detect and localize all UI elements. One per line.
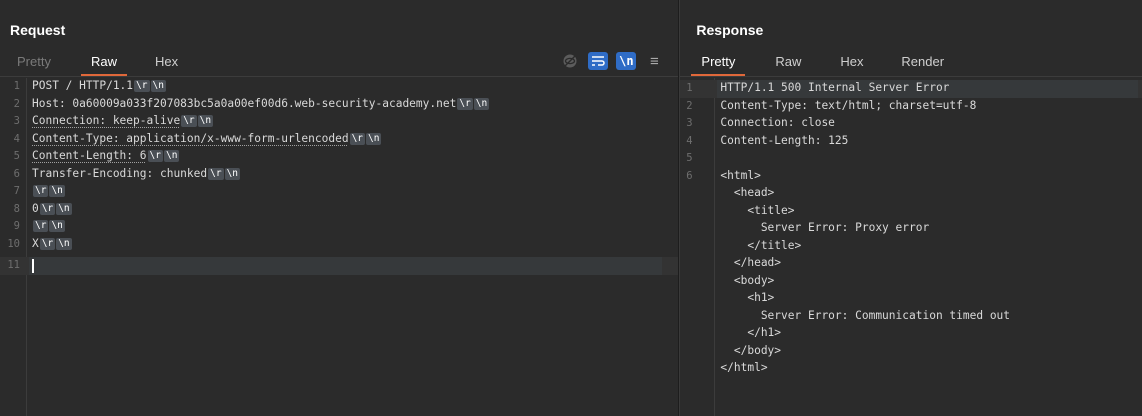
wrap-icon[interactable]: [588, 52, 609, 70]
http-message-editor: Request Pretty Raw Hex \n ≡ 1 POST / HTT…: [0, 0, 1142, 416]
response-line: <body>: [720, 273, 775, 287]
request-panel: Request Pretty Raw Hex \n ≡ 1 POST / HTT…: [0, 0, 680, 416]
response-line: Server Error: Proxy error: [720, 221, 930, 234]
request-line: 5 Content-Length: 6 \r \n: [13, 149, 180, 162]
request-line: 2 Host: 0a60009a033f207083bc5a0a00ef00d6…: [13, 96, 490, 110]
response-tabs: Pretty Raw Hex Render: [680, 50, 1142, 77]
tab-response-pretty[interactable]: Pretty: [691, 54, 746, 76]
request-line: 1 POST / HTTP/1.1 \r \n: [13, 79, 166, 92]
request-line-current[interactable]: 11: [0, 257, 679, 275]
response-title: Response: [696, 22, 764, 38]
tab-response-render[interactable]: Render: [901, 54, 944, 75]
response-editor[interactable]: 1 HTTP/1.1 500 Internal Server Error 2 C…: [680, 78, 1142, 416]
response-line: </body>: [720, 343, 782, 357]
request-line: 10 X \r \n: [7, 236, 72, 250]
response-line: 5: [686, 152, 693, 164]
response-line: </title>: [720, 238, 802, 252]
request-line: 9 \r \n: [13, 220, 65, 232]
response-line: <h1>: [720, 291, 775, 304]
response-line: 1 HTTP/1.1 500 Internal Server Error: [680, 80, 1142, 98]
response-line: </head>: [720, 256, 782, 269]
response-line: 6 <html>: [686, 168, 761, 182]
tab-response-raw[interactable]: Raw: [775, 54, 801, 75]
response-line: </h1>: [720, 326, 782, 339]
tab-response-hex[interactable]: Hex: [840, 54, 863, 75]
response-line: 2 Content-Type: text/html; charset=utf-8: [686, 98, 977, 112]
response-line: <head>: [720, 186, 775, 199]
eye-off-icon[interactable]: [560, 52, 580, 70]
menu-icon[interactable]: ≡: [644, 52, 664, 70]
request-line: 6 Transfer-Encoding: chunked \r \n: [13, 166, 241, 180]
response-line: <title>: [720, 203, 795, 217]
response-line: 4 Content-Length: 125: [686, 133, 849, 147]
request-editor[interactable]: 1 POST / HTTP/1.1 \r \n 2 Host: 0a60009a03…: [0, 78, 679, 416]
tab-request-hex[interactable]: Hex: [155, 54, 178, 75]
response-panel: Response Pretty Raw Hex Render 1 HTTP/1.…: [680, 0, 1142, 416]
request-line: 7 \r \n: [13, 185, 65, 197]
request-line: 3 Connection: keep-alive \r \n: [13, 114, 214, 127]
newline-icon[interactable]: \n: [616, 52, 637, 70]
request-title: Request: [10, 22, 66, 38]
request-line: 4 Content-Type: application/x-www-form-u…: [13, 131, 382, 145]
tab-request-pretty[interactable]: Pretty: [17, 54, 51, 75]
request-line: 8 0 \r \n: [13, 201, 72, 215]
response-line: Server Error: Communication timed out: [720, 308, 1011, 322]
request-toolbar: \n ≡: [560, 52, 664, 70]
tab-request-raw[interactable]: Raw: [80, 54, 128, 76]
response-line: 3 Connection: close: [686, 116, 835, 129]
response-line: </html>: [720, 361, 768, 374]
text-caret: [32, 259, 34, 273]
